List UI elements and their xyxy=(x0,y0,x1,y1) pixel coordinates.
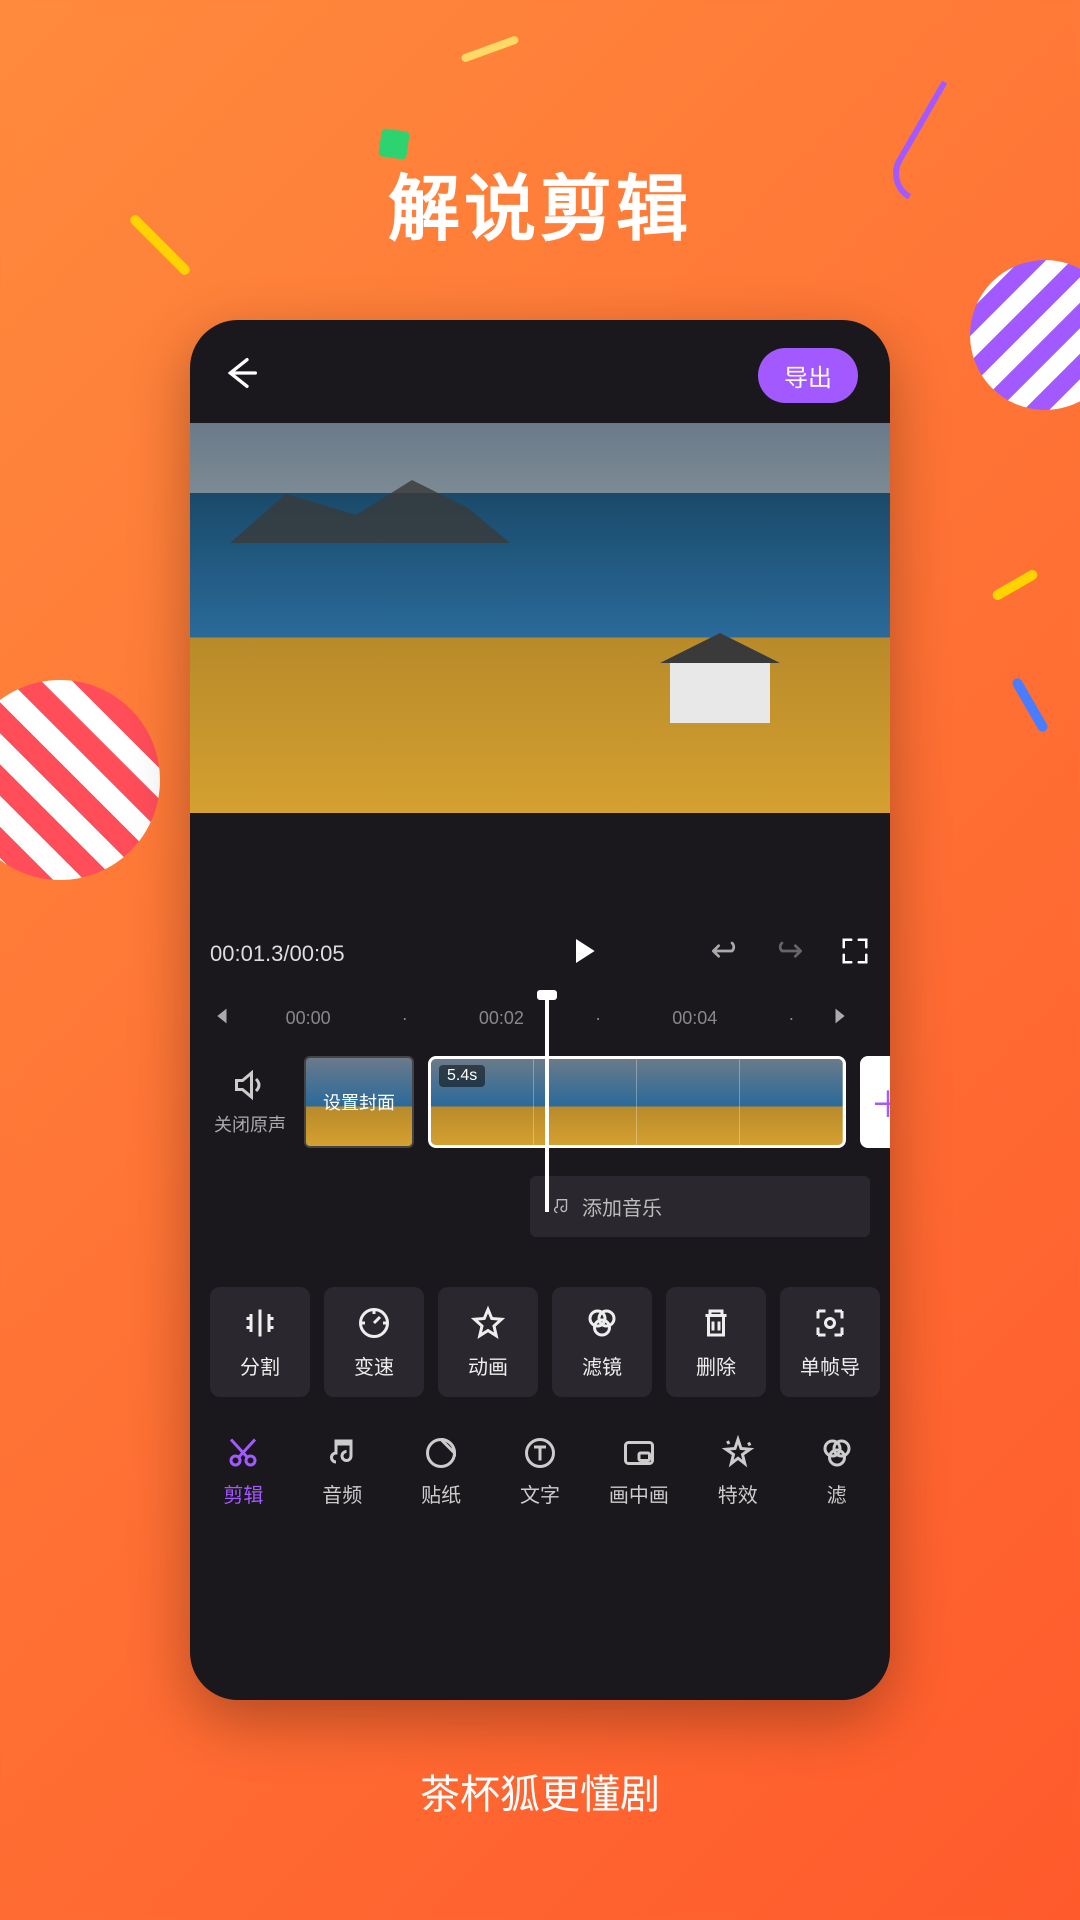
tab-effect[interactable]: 特效 xyxy=(692,1435,783,1508)
ruler-dot: · xyxy=(595,1008,601,1029)
set-cover-label: 设置封面 xyxy=(323,1089,395,1115)
player-controls: 00:01.3/00:05 xyxy=(190,913,890,995)
scissors-icon xyxy=(225,1435,261,1471)
tool-label: 动画 xyxy=(468,1351,508,1380)
video-preview[interactable] xyxy=(190,423,890,813)
sparkle-icon xyxy=(720,1435,756,1471)
clip-tool-row: 分割 变速 动画 滤镜 删除 单帧导 xyxy=(190,1237,890,1417)
add-clip-button[interactable]: ＋ xyxy=(860,1056,890,1148)
tool-delete[interactable]: 删除 xyxy=(666,1287,766,1397)
tab-label: 特效 xyxy=(718,1479,758,1508)
star-icon xyxy=(470,1305,506,1341)
preview-content xyxy=(230,473,510,543)
tab-label: 音频 xyxy=(322,1479,362,1508)
set-cover-button[interactable]: 设置封面 xyxy=(304,1056,414,1148)
tab-sticker[interactable]: 贴纸 xyxy=(396,1435,487,1508)
confetti xyxy=(1011,677,1050,734)
ruler-tick: 00:00 xyxy=(286,1008,331,1029)
page-tagline: 茶杯狐更懂剧 xyxy=(0,1762,1080,1820)
time-display: 00:01.3/00:05 xyxy=(210,941,459,967)
music-icon xyxy=(324,1435,360,1471)
text-icon xyxy=(522,1435,558,1471)
clip-duration-badge: 5.4s xyxy=(439,1065,485,1087)
music-note-icon xyxy=(550,1196,572,1218)
tab-edit[interactable]: 剪辑 xyxy=(198,1435,289,1508)
time-current: 00:01.3 xyxy=(210,941,283,966)
add-music-button[interactable]: 添加音乐 xyxy=(530,1176,870,1237)
add-music-label: 添加音乐 xyxy=(582,1192,662,1221)
preview-spacer xyxy=(190,813,890,913)
tab-pip[interactable]: 画中画 xyxy=(593,1435,684,1508)
clip-frame xyxy=(740,1059,843,1145)
clip-frame xyxy=(534,1059,637,1145)
bottom-tab-bar: 剪辑 音频 贴纸 文字 画中画 特效 滤 xyxy=(190,1417,890,1536)
skip-end-icon xyxy=(830,1005,852,1027)
preview-content xyxy=(670,663,770,723)
skip-start-icon xyxy=(210,1005,232,1027)
tool-label: 分割 xyxy=(240,1351,280,1380)
confetti xyxy=(991,568,1039,602)
tool-frame-export[interactable]: 单帧导 xyxy=(780,1287,880,1397)
clip-frame xyxy=(637,1059,740,1145)
tab-label: 文字 xyxy=(520,1479,560,1508)
arrow-left-icon xyxy=(222,353,262,393)
tool-label: 删除 xyxy=(696,1351,736,1380)
tab-text[interactable]: 文字 xyxy=(495,1435,586,1508)
time-total: 00:05 xyxy=(290,941,345,966)
confetti xyxy=(460,35,519,63)
fullscreen-icon xyxy=(840,936,870,966)
editor-phone-frame: 导出 00:01.3/00:05 00:00 · 00:02 · 00:04 · xyxy=(190,320,890,1700)
page-title: 解说剪辑 xyxy=(0,150,1080,255)
speaker-icon xyxy=(232,1067,268,1103)
plus-icon: ＋ xyxy=(870,1076,890,1128)
timeline-ruler[interactable]: 00:00 · 00:02 · 00:04 · xyxy=(190,995,890,1042)
tool-label: 单帧导 xyxy=(800,1351,860,1380)
ruler-tick: 00:02 xyxy=(479,1008,524,1029)
goto-end-button[interactable] xyxy=(830,1005,870,1032)
tool-speed[interactable]: 变速 xyxy=(324,1287,424,1397)
undo-icon xyxy=(708,938,740,964)
video-clip[interactable]: 5.4s xyxy=(428,1056,846,1148)
timeline[interactable]: 关闭原声 设置封面 5.4s ＋ 添 xyxy=(190,1042,890,1162)
goto-start-button[interactable] xyxy=(210,1005,250,1032)
fullscreen-button[interactable] xyxy=(840,936,870,972)
tab-label: 滤 xyxy=(827,1479,847,1508)
ruler-ticks: 00:00 · 00:02 · 00:04 · xyxy=(250,1008,830,1029)
ruler-dot: · xyxy=(402,1008,408,1029)
sticker-icon xyxy=(423,1435,459,1471)
trash-icon xyxy=(698,1305,734,1341)
tab-label: 剪辑 xyxy=(223,1479,263,1508)
decor-ball xyxy=(0,680,160,880)
split-icon xyxy=(242,1305,278,1341)
editor-topbar: 导出 xyxy=(190,320,890,423)
mute-original-button[interactable]: 关闭原声 xyxy=(210,1067,290,1137)
frame-export-icon xyxy=(812,1305,848,1341)
tab-filter-more[interactable]: 滤 xyxy=(791,1435,882,1508)
tool-label: 变速 xyxy=(354,1351,394,1380)
redo-button[interactable] xyxy=(774,938,806,970)
filter-icon xyxy=(819,1435,855,1471)
play-button[interactable] xyxy=(459,935,708,973)
ruler-dot: · xyxy=(788,1008,794,1029)
decor-ball xyxy=(970,260,1080,410)
tab-audio[interactable]: 音频 xyxy=(297,1435,388,1508)
mute-label: 关闭原声 xyxy=(214,1115,286,1135)
tool-animation[interactable]: 动画 xyxy=(438,1287,538,1397)
pip-icon xyxy=(621,1435,657,1471)
tool-label: 滤镜 xyxy=(582,1351,622,1380)
play-icon xyxy=(568,935,600,967)
speed-icon xyxy=(356,1305,392,1341)
redo-icon xyxy=(774,938,806,964)
tool-split[interactable]: 分割 xyxy=(210,1287,310,1397)
back-button[interactable] xyxy=(222,353,262,398)
filter-icon xyxy=(584,1305,620,1341)
tab-label: 画中画 xyxy=(609,1479,669,1508)
tool-filter[interactable]: 滤镜 xyxy=(552,1287,652,1397)
playhead[interactable] xyxy=(545,992,549,1212)
ruler-tick: 00:04 xyxy=(672,1008,717,1029)
tab-label: 贴纸 xyxy=(421,1479,461,1508)
undo-button[interactable] xyxy=(708,938,740,970)
export-button[interactable]: 导出 xyxy=(758,348,858,403)
